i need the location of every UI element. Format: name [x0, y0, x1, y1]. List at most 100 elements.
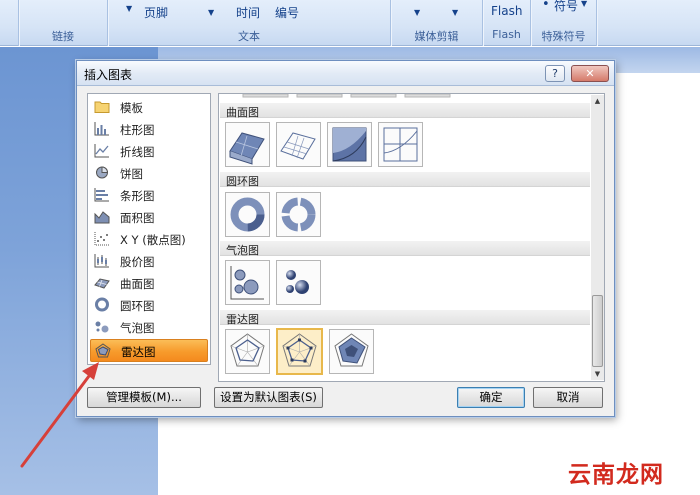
- contour-icon: [332, 127, 367, 162]
- dropdown-arrow-icon[interactable]: ▼: [414, 8, 420, 17]
- cancel-button[interactable]: 取消: [533, 387, 603, 408]
- category-scatter[interactable]: X Y (散点图): [90, 228, 208, 249]
- category-label: 气泡图: [120, 321, 155, 335]
- bubble-icon: [230, 266, 264, 300]
- thumb-filled-radar[interactable]: [329, 329, 374, 374]
- thumb-doughnut[interactable]: [225, 192, 270, 237]
- 3d-surface-icon: [229, 132, 265, 165]
- thumb-bubble[interactable]: [225, 260, 270, 305]
- insert-chart-dialog: 插入图表 ? ✕ 模板 柱形图 折线图 饼图 条形图 面积图 X Y (散点图)…: [76, 60, 615, 417]
- category-label: 面积图: [120, 211, 155, 225]
- manage-templates-button[interactable]: 管理模板(M)...: [87, 387, 201, 408]
- category-label: 饼图: [120, 167, 143, 181]
- category-label: 模板: [120, 101, 143, 115]
- category-label: 折线图: [120, 145, 155, 159]
- thumb-exploded-doughnut[interactable]: [276, 192, 321, 237]
- filled-radar-icon: [334, 333, 369, 367]
- section-header-doughnut: 圆环图: [220, 172, 590, 188]
- group-label-flash: Flash: [492, 28, 521, 41]
- category-bubble[interactable]: 气泡图: [90, 316, 208, 337]
- gallery-scrollbar[interactable]: ▲ ▼: [591, 95, 604, 380]
- group-separator: [596, 0, 597, 46]
- radar-with-markers-icon: [282, 333, 317, 367]
- category-doughnut[interactable]: 圆环图: [90, 294, 208, 315]
- line-chart-icon: [94, 144, 109, 158]
- exploded-doughnut-icon: [281, 197, 316, 232]
- radar-icon: [230, 333, 265, 367]
- 3d-bubble-icon: [286, 270, 309, 294]
- category-area[interactable]: 面积图: [90, 206, 208, 227]
- surface-chart-icon: [94, 278, 110, 289]
- bubble-chart-icon: [95, 321, 109, 333]
- category-label: 曲面图: [120, 277, 155, 291]
- thumb-wireframe-contour[interactable]: [378, 122, 423, 167]
- scatter-chart-icon: [94, 232, 109, 246]
- category-label: 雷达图: [121, 345, 156, 359]
- chart-gallery[interactable]: 曲面图 圆环图 气泡图 雷达图 ▲ ▼: [218, 93, 605, 382]
- dropdown-arrow-icon[interactable]: ▼: [126, 4, 132, 13]
- thumb-contour[interactable]: [327, 122, 372, 167]
- radar-chart-icon: [95, 343, 111, 358]
- dropdown-arrow-icon[interactable]: ▼: [208, 8, 214, 17]
- thumb-3d-bubble[interactable]: [276, 260, 321, 305]
- thumb-wireframe-3d-surface[interactable]: [276, 122, 321, 167]
- thumb-radar[interactable]: [225, 329, 270, 374]
- ribbon-flash-button[interactable]: Flash: [491, 4, 522, 18]
- category-label: 股价图: [120, 255, 155, 269]
- category-label: 柱形图: [120, 123, 155, 137]
- dialog-title: 插入图表: [84, 68, 133, 82]
- symbol-dropdown-icon[interactable]: •: [542, 0, 550, 12]
- group-label-text: 文本: [238, 30, 260, 43]
- set-default-chart-button[interactable]: 设置为默认图表(S): [214, 387, 323, 408]
- group-label-links: 链接: [52, 30, 74, 43]
- scroll-down-icon[interactable]: ▼: [591, 368, 604, 380]
- ribbon-number-button[interactable]: 编号: [275, 4, 299, 21]
- category-stock[interactable]: 股价图: [90, 250, 208, 271]
- folder-icon: [94, 101, 110, 113]
- pie-chart-icon: [96, 166, 109, 179]
- category-radar[interactable]: 雷达图: [90, 339, 208, 362]
- ribbon: ▼ 页脚 ▼ 时间 编号 ▼ ▼ Flash • 符号 ▼ 链接 文本 媒体剪辑…: [0, 0, 700, 46]
- ribbon-footer-button[interactable]: 页脚: [144, 4, 168, 21]
- section-label: 雷达图: [226, 313, 259, 326]
- group-label-media-clip: 媒体剪辑: [414, 30, 459, 43]
- doughnut-icon: [230, 197, 265, 232]
- close-button[interactable]: ✕: [571, 65, 609, 82]
- section-header-bubble: 气泡图: [220, 241, 590, 257]
- category-pie[interactable]: 饼图: [90, 162, 208, 183]
- group-label-special-symbols: 特殊符号: [541, 30, 586, 43]
- scroll-up-icon[interactable]: ▲: [591, 95, 604, 107]
- ribbon-symbol-button[interactable]: 符号: [554, 0, 578, 14]
- section-header-radar: 雷达图: [220, 310, 590, 326]
- section-label: 曲面图: [226, 106, 259, 119]
- wireframe-3d-surface-icon: [280, 132, 316, 160]
- scrollbar-thumb[interactable]: [592, 295, 603, 367]
- wireframe-contour-icon: [383, 127, 418, 162]
- dialog-titlebar[interactable]: 插入图表 ? ✕: [77, 61, 614, 86]
- category-surface[interactable]: 曲面图: [90, 272, 208, 293]
- ribbon-time-button[interactable]: 时间: [236, 4, 260, 21]
- watermark-text: 云南龙网: [568, 462, 664, 488]
- thumb-3d-surface[interactable]: [225, 122, 270, 167]
- category-label: 条形图: [120, 189, 155, 203]
- stock-chart-icon: [94, 254, 109, 268]
- thumb-radar-with-markers[interactable]: [276, 328, 323, 375]
- dropdown-arrow-icon[interactable]: ▼: [452, 8, 458, 17]
- category-label: 圆环图: [120, 299, 155, 313]
- previous-section-thumbnails: [242, 94, 451, 98]
- section-header-surface: 曲面图: [220, 103, 590, 119]
- dropdown-arrow-icon[interactable]: ▼: [581, 0, 587, 8]
- column-chart-icon: [94, 122, 109, 136]
- category-template[interactable]: 模板: [90, 96, 208, 117]
- category-bar[interactable]: 条形图: [90, 184, 208, 205]
- doughnut-chart-icon: [95, 297, 109, 312]
- category-line[interactable]: 折线图: [90, 140, 208, 161]
- ok-button[interactable]: 确定: [457, 387, 525, 408]
- chart-category-list[interactable]: 模板 柱形图 折线图 饼图 条形图 面积图 X Y (散点图) 股价图 曲面图 …: [87, 93, 211, 365]
- section-label: 圆环图: [226, 175, 259, 188]
- area-chart-icon: [94, 211, 110, 224]
- bar-chart-icon: [94, 188, 109, 202]
- section-label: 气泡图: [226, 244, 259, 257]
- category-column[interactable]: 柱形图: [90, 118, 208, 139]
- help-button[interactable]: ?: [545, 65, 565, 82]
